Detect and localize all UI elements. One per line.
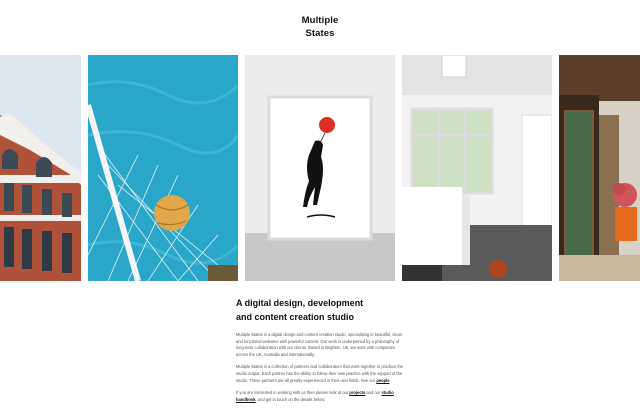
p3-text-after: , and get in touch on the details below.	[255, 396, 326, 402]
logo-line-2: States	[305, 28, 335, 39]
people-link[interactable]: people	[376, 378, 389, 383]
intro-paragraph-1: Multiple States is a digital design and …	[236, 332, 403, 357]
gallery-tile-pool[interactable]	[88, 55, 238, 281]
interior-photo	[402, 55, 552, 281]
site-logo[interactable]: Multiple States	[0, 14, 640, 40]
p3-text-mid: and our	[365, 390, 382, 396]
intro-section: A digital design, development and conten…	[236, 296, 406, 409]
headline-line-2: and content creation studio	[236, 312, 355, 322]
p3-text-before: If you are interested in working with us…	[236, 390, 350, 396]
pool-ball-photo	[88, 55, 238, 281]
gallery-tile-print[interactable]	[245, 55, 395, 281]
gallery-tile-doorway[interactable]	[559, 55, 640, 281]
intro-paragraph-2: Multiple States is a collection of partn…	[236, 364, 406, 384]
image-gallery	[0, 55, 640, 281]
p2-text-after: .	[389, 377, 391, 383]
headline-line-1: A digital design, development	[236, 298, 364, 308]
doorway-photo	[559, 55, 640, 281]
logo-line-1: Multiple	[301, 15, 339, 26]
framed-print-photo	[245, 55, 395, 281]
building-photo	[0, 55, 81, 281]
gallery-tile-building[interactable]	[0, 55, 81, 281]
projects-link[interactable]: projects	[349, 390, 365, 395]
intro-headline: A digital design, development and conten…	[236, 296, 406, 324]
gallery-tile-interior[interactable]	[402, 55, 552, 281]
intro-paragraph-3: If you are interested in working with us…	[236, 390, 406, 403]
